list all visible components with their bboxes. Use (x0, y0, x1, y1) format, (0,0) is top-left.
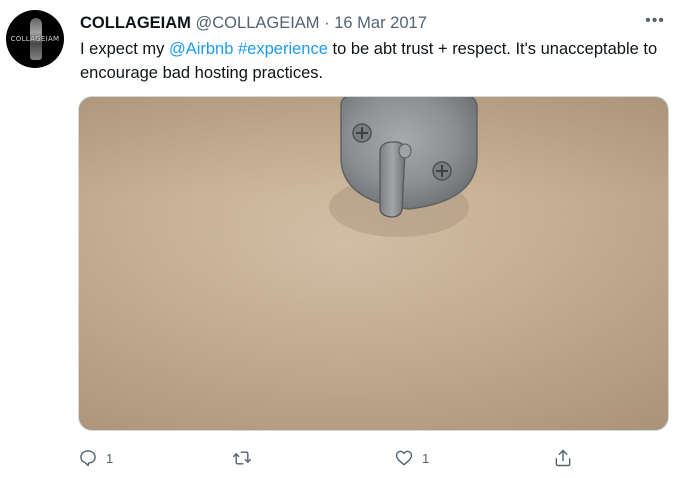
more-options-icon[interactable]: ••• (640, 10, 670, 32)
avatar[interactable]: COLLAGEIAM (6, 10, 64, 68)
lever-pivot (398, 143, 412, 159)
reply-count: 1 (106, 450, 114, 466)
like-count: 1 (422, 450, 430, 466)
tweet-text-before: I expect my (80, 40, 169, 58)
mention-link[interactable]: @Airbnb (169, 40, 233, 58)
like-button[interactable]: 1 (394, 444, 429, 472)
user-handle[interactable]: @COLLAGEIAM (196, 14, 320, 32)
display-name[interactable]: COLLAGEIAM (80, 14, 191, 32)
tweet-text: I expect my @Airbnb #experience to be ab… (80, 37, 660, 85)
heart-icon (395, 450, 413, 466)
reply-icon (80, 450, 96, 467)
hashtag-link[interactable]: #experience (238, 40, 328, 58)
reply-button[interactable]: 1 (78, 444, 113, 472)
share-icon (555, 449, 571, 467)
share-button[interactable] (553, 444, 573, 472)
action-bar: 1 1 (78, 444, 598, 472)
retweet-icon (232, 451, 252, 465)
tweet-date[interactable]: 16 Mar 2017 (334, 14, 427, 32)
header-separator: · (324, 14, 330, 32)
retweet-button[interactable] (232, 444, 260, 472)
avatar-text: COLLAGEIAM (10, 35, 60, 43)
tweet-photo[interactable] (78, 96, 669, 431)
drain-plate-illustration (329, 97, 478, 237)
tweet: COLLAGEIAM COLLAGEIAM @COLLAGEIAM · 16 M… (0, 0, 680, 478)
tweet-header: COLLAGEIAM @COLLAGEIAM · 16 Mar 2017 (80, 12, 427, 34)
